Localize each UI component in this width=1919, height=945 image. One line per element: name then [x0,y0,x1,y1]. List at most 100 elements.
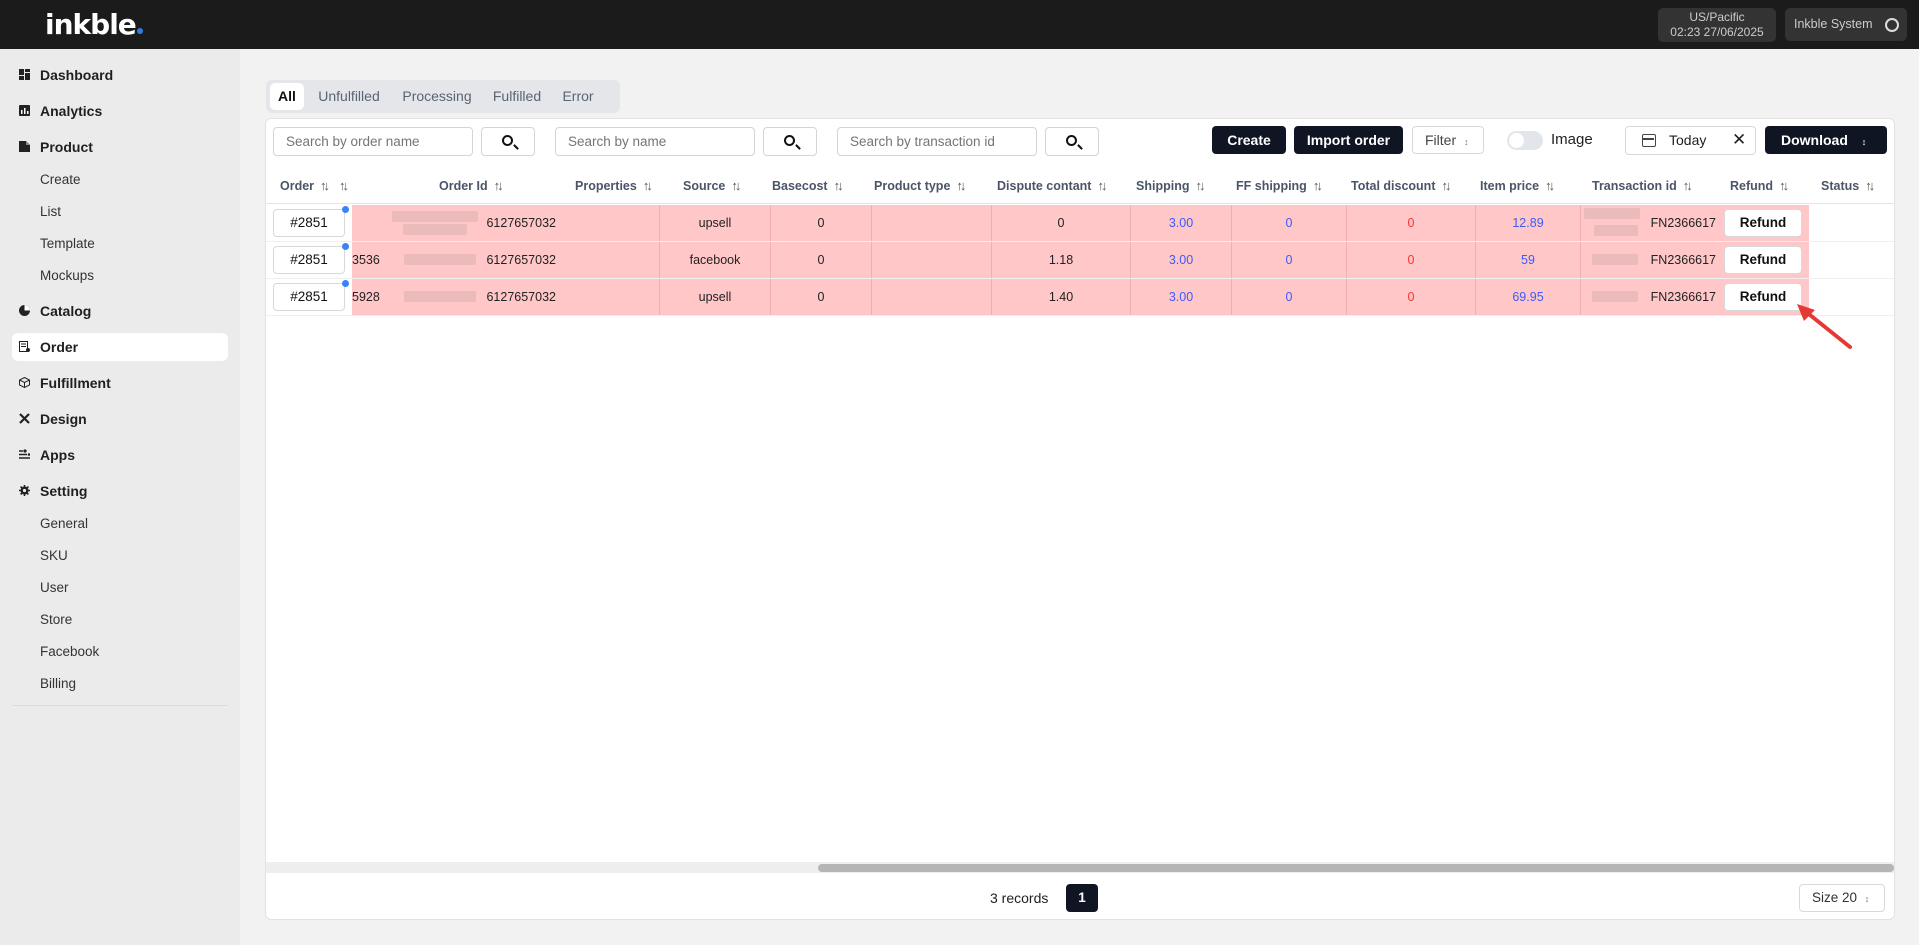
sidebar-subitem-billing[interactable]: Billing [40,674,76,694]
column-divider [871,205,872,241]
import-order-button[interactable]: Import order [1294,126,1403,154]
sidebar-item-analytics[interactable]: Analytics [12,97,228,125]
sort-icon[interactable]: ↑↓ [320,168,330,204]
sidebar-subitem-sku[interactable]: SKU [40,546,68,566]
image-toggle[interactable] [1507,131,1543,150]
download-dropdown-button[interactable]: Download ↕ [1765,126,1887,154]
shipping-cell: 3.00 [1168,216,1194,230]
sidebar-item-dashboard[interactable]: Dashboard [12,61,228,89]
source-cell: upsell [698,216,732,230]
sort-icon[interactable]: ↑↓ [1779,168,1789,204]
sort-icon[interactable]: ↑↓ [956,168,966,204]
table-row[interactable]: #2851 6127657032 upsell 0 0 3.00 0 0 12.… [266,205,1894,242]
sidebar-subitem-user[interactable]: User [40,578,69,598]
page-button-1[interactable]: 1 [1066,884,1098,912]
ff-shipping-cell: 0 [1285,216,1293,230]
column-header-refund[interactable]: Refund ↑↓ [1730,168,1789,204]
sidebar-item-apps[interactable]: Apps [12,441,228,469]
sort-icon[interactable]: ↑↓ [834,168,844,204]
refund-button[interactable]: Refund [1724,246,1802,274]
search-name-button[interactable] [763,127,817,156]
calendar-icon [1642,134,1656,147]
sort-icon[interactable]: ↑↓ [1313,168,1323,204]
filter-dropdown[interactable]: Filter ↕ [1412,126,1484,154]
sort-icon[interactable]: ↑↓ [1683,168,1693,204]
tab-error[interactable]: Error [555,83,601,110]
sidebar-subitem-facebook[interactable]: Facebook [40,642,99,662]
order-partial-cell: 5928 [352,290,380,304]
scrollbar-thumb[interactable] [818,864,1894,872]
sidebar-item-order[interactable]: Order [12,333,228,361]
order-id-cell: 6127657032 [486,290,556,304]
tab-unfulfilled[interactable]: Unfulfilled [309,83,389,110]
refund-button[interactable]: Refund [1724,283,1802,311]
sidebar-item-label: Design [40,411,87,427]
tab-all[interactable]: All [270,83,304,110]
tab-processing[interactable]: Processing [395,83,479,110]
sort-icon[interactable]: ↑↓ [731,168,741,204]
order-number-button[interactable]: #2851 [273,246,345,274]
column-header-shipping[interactable]: Shipping ↑↓ [1136,168,1205,204]
search-order-name-button[interactable] [481,127,535,156]
search-order-name-input[interactable] [273,127,473,156]
sidebar-subitem-list[interactable]: List [40,202,61,222]
column-header-source[interactable]: Source ↑↓ [683,168,741,204]
horizontal-scrollbar[interactable] [266,862,1894,873]
column-header-total-discount[interactable]: Total discount ↑↓ [1351,168,1452,204]
clear-date-icon[interactable]: ✕ [1732,128,1746,152]
sidebar-subitem-template[interactable]: Template [40,234,95,254]
order-number-button[interactable]: #2851 [273,283,345,311]
refund-button[interactable]: Refund [1724,209,1802,237]
column-header-properties[interactable]: Properties ↑↓ [575,168,653,204]
column-label: Dispute contant [997,179,1092,193]
inkble-logo[interactable]: inkble [45,8,143,41]
page-size-label: Size 20 [1812,890,1858,905]
order-number-button[interactable]: #2851 [273,209,345,237]
search-name-input[interactable] [555,127,755,156]
sidebar-item-fulfillment[interactable]: Fulfillment [12,369,228,397]
column-header-basecost[interactable]: Basecost ↑↓ [772,168,844,204]
sort-icon[interactable]: ↑↓ [1865,168,1875,204]
column-header-item-price[interactable]: Item price ↑↓ [1480,168,1555,204]
page-size-select[interactable]: Size 20 ↕ [1799,884,1885,912]
sidebar: Dashboard Analytics Product Create List … [0,49,240,945]
sidebar-item-product[interactable]: Product [12,133,228,161]
column-header-ff-shipping[interactable]: FF shipping ↑↓ [1236,168,1323,204]
basecost-cell: 0 [817,216,825,230]
column-header-order[interactable]: Order ↑↓ ↑↓ [280,168,349,204]
dispute-cell: 1.40 [1048,290,1074,304]
search-transaction-input[interactable] [837,127,1037,156]
chevron-updown-icon: ↕ [1861,137,1867,147]
sort-icon[interactable]: ↑↓ [1442,168,1452,204]
sort-icon[interactable]: ↑↓ [494,168,504,204]
dashboard-icon [19,69,30,80]
sidebar-subitem-mockups[interactable]: Mockups [40,266,94,286]
column-header-transaction-id[interactable]: Transaction id ↑↓ [1592,168,1693,204]
sidebar-item-label: Product [40,139,93,155]
sidebar-subitem-create[interactable]: Create [40,170,81,190]
column-header-status[interactable]: Status ↑↓ [1821,168,1875,204]
sort-icon[interactable]: ↑↓ [1195,168,1205,204]
column-header-product-type[interactable]: Product type ↑↓ [874,168,966,204]
user-menu-button[interactable]: Inkble System [1785,8,1907,41]
sidebar-item-catalog[interactable]: Catalog [12,297,228,325]
sort-icon[interactable]: ↑↓ [339,168,349,204]
column-divider [1580,205,1581,241]
tab-fulfilled[interactable]: Fulfilled [484,83,550,110]
sidebar-subitem-general[interactable]: General [40,514,88,534]
sidebar-subitem-store[interactable]: Store [40,610,72,630]
sidebar-item-design[interactable]: Design [12,405,228,433]
sort-icon[interactable]: ↑↓ [1545,168,1555,204]
table-row[interactable]: #2851 5928 6127657032 upsell 0 1.40 3.00… [266,279,1894,316]
sort-icon[interactable]: ↑↓ [1097,168,1107,204]
column-header-dispute-contant[interactable]: Dispute contant ↑↓ [997,168,1107,204]
download-label: Download [1781,132,1848,148]
table-row[interactable]: #2851 3536 6127657032 facebook 0 1.18 3.… [266,242,1894,279]
sidebar-item-setting[interactable]: Setting [12,477,228,505]
search-transaction-button[interactable] [1045,127,1099,156]
basecost-cell: 0 [817,290,825,304]
column-header-order-id[interactable]: Order Id ↑↓ [439,168,504,204]
sort-icon[interactable]: ↑↓ [643,168,653,204]
create-button[interactable]: Create [1212,126,1286,154]
total-discount-cell: 0 [1407,216,1415,230]
